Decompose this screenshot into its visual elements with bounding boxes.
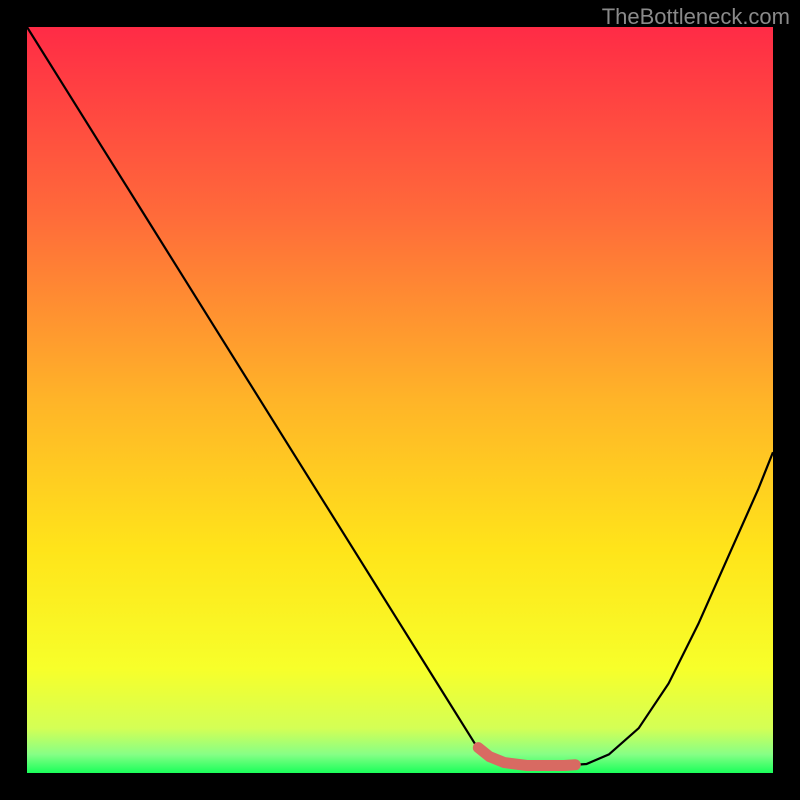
chart-svg bbox=[27, 27, 773, 773]
chart-plot-area bbox=[27, 27, 773, 773]
gradient-background bbox=[27, 27, 773, 773]
